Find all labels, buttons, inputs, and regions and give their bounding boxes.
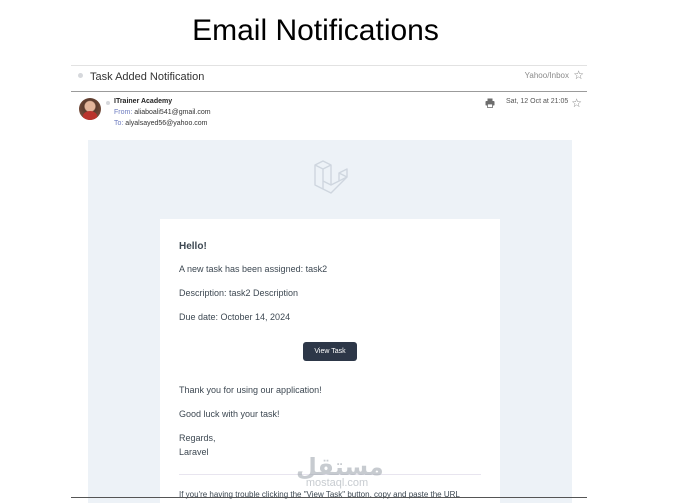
slide-title: Email Notifications <box>192 14 439 47</box>
task-assigned-line: A new task has been assigned: task2 <box>179 264 328 274</box>
divider <box>71 497 587 498</box>
avatar[interactable] <box>79 98 101 120</box>
printer-icon[interactable] <box>485 98 495 108</box>
status-dot-icon <box>106 101 110 105</box>
task-description-line: Description: task2 Description <box>179 288 299 298</box>
to-address[interactable]: alyalsayed56@yahoo.com <box>125 120 207 127</box>
laravel-logo-icon <box>314 160 348 194</box>
to-label: To: <box>114 120 124 127</box>
folder-label[interactable]: Yahoo/Inbox <box>525 71 569 80</box>
signature-line: Laravel <box>179 447 209 457</box>
watermark: مستقل mostaql.com <box>296 453 384 489</box>
view-task-button[interactable]: View Task <box>303 342 357 361</box>
star-icon[interactable]: ☆ <box>571 97 582 109</box>
thanks-line: Thank you for using our application! <box>179 385 322 395</box>
from-label: From: <box>114 109 133 116</box>
unread-dot-icon <box>78 73 83 78</box>
from-address[interactable]: aliaboali541@gmail.com <box>134 109 210 116</box>
email-body: Hello! A new task has been assigned: tas… <box>88 140 572 503</box>
subject-bar: Task Added Notification Yahoo/Inbox ☆ <box>71 65 587 92</box>
watermark-arabic: مستقل <box>296 453 384 481</box>
sender-name[interactable]: ITrainer Academy <box>114 98 172 105</box>
email-date: Sat, 12 Oct at 21:05 <box>506 98 569 105</box>
email-viewer: Task Added Notification Yahoo/Inbox ☆ IT… <box>71 65 587 503</box>
email-subject: Task Added Notification <box>90 71 205 83</box>
star-icon[interactable]: ☆ <box>573 69 584 81</box>
regards-line: Regards, <box>179 433 216 443</box>
watermark-latin: mostaql.com <box>305 477 369 489</box>
from-line: From: aliaboali541@gmail.com <box>114 109 211 116</box>
good-luck-line: Good luck with your task! <box>179 409 280 419</box>
due-date-line: Due date: October 14, 2024 <box>179 312 291 322</box>
greeting: Hello! <box>179 241 207 252</box>
to-line: To: alyalsayed56@yahoo.com <box>114 120 208 127</box>
